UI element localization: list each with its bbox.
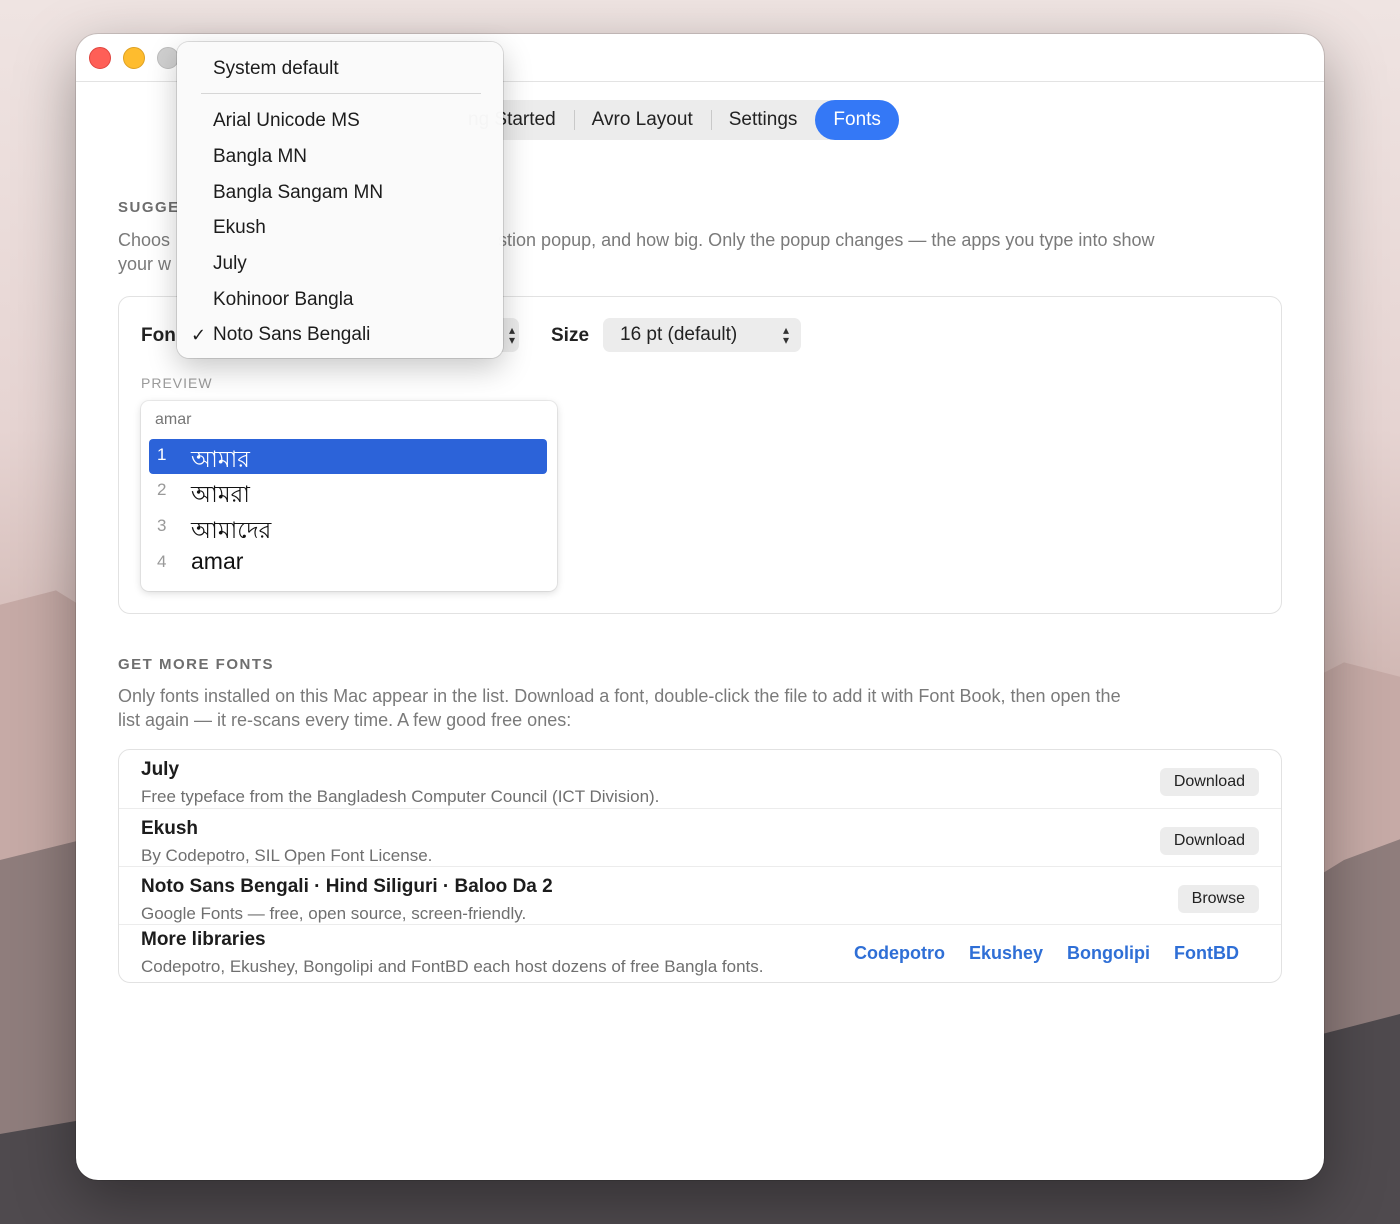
- menu-item-ekush[interactable]: Ekush: [213, 217, 266, 239]
- browse-google-fonts-button[interactable]: Browse: [1177, 885, 1259, 913]
- candidate-row: 1 আমার: [149, 439, 547, 474]
- menu-item-arial-unicode-ms[interactable]: Arial Unicode MS: [213, 110, 360, 132]
- font-dropdown-menu: System default Arial Unicode MS Bangla M…: [177, 42, 503, 358]
- more-fonts-description-line1: Only fonts installed on this Mac appear …: [118, 686, 1121, 706]
- link-codepotro[interactable]: Codepotro: [854, 943, 945, 964]
- font-source-title: Ekush: [141, 818, 199, 839]
- link-ekushey[interactable]: Ekushey: [969, 943, 1043, 964]
- font-source-row-libraries: More libraries Codepotro, Ekushey, Bongo…: [119, 924, 1281, 982]
- menu-item-noto-sans-bengali[interactable]: Noto Sans Bengali: [213, 324, 370, 346]
- candidate-number: 3: [157, 516, 167, 535]
- candidate-row: 2 আমরা: [149, 474, 547, 509]
- tab-settings[interactable]: Settings: [710, 100, 816, 140]
- download-ekush-button[interactable]: Download: [1159, 827, 1259, 855]
- zoom-button[interactable]: [157, 47, 179, 69]
- minimize-button[interactable]: [123, 47, 145, 69]
- font-source-desc: By Codepotro, SIL Open Font License.: [141, 846, 433, 865]
- font-source-title: July: [141, 759, 180, 780]
- suggestion-description-line1: Choos: [118, 230, 171, 250]
- candidate-number: 4: [157, 552, 167, 571]
- menu-item-kohinoor-bangla[interactable]: Kohinoor Bangla: [213, 289, 354, 311]
- font-source-desc: Google Fonts — free, open source, screen…: [141, 904, 527, 923]
- link-bongolipi[interactable]: Bongolipi: [1067, 943, 1150, 964]
- candidate-word: amar: [191, 548, 244, 574]
- menu-item-system-default[interactable]: System default: [213, 58, 339, 80]
- size-popup-value: 16 pt (default): [620, 324, 738, 345]
- checkmark-icon: ✓: [191, 325, 207, 345]
- tab-avro-layout[interactable]: Avro Layout: [573, 100, 711, 140]
- menu-separator: [201, 93, 481, 94]
- menu-item-july[interactable]: July: [213, 253, 247, 275]
- library-links: Codepotro Ekushey Bongolipi FontBD: [830, 943, 1239, 964]
- download-july-button[interactable]: Download: [1159, 768, 1259, 796]
- preview-input-text: amar: [155, 411, 192, 428]
- link-fontbd[interactable]: FontBD: [1174, 943, 1239, 964]
- font-source-row-july: July Free typeface from the Bangladesh C…: [119, 750, 1281, 808]
- font-source-title: More libraries: [141, 929, 266, 950]
- candidate-row: 3 আমাদের: [149, 510, 547, 545]
- menu-item-bangla-mn[interactable]: Bangla MN: [213, 146, 307, 168]
- suggestion-preview: amar 1 আমার 2 আমরা 3 আমাদের 4 amar: [141, 401, 557, 591]
- font-source-row-google: Noto Sans Bengali · Hind Siliguri · Balo…: [119, 866, 1281, 924]
- preview-label: PREVIEW: [141, 375, 213, 391]
- candidate-row: 4 amar: [149, 546, 547, 581]
- font-source-row-ekush: Ekush By Codepotro, SIL Open Font Licens…: [119, 808, 1281, 866]
- size-popup-button[interactable]: 16 pt (default) ▴ ▾: [603, 318, 801, 352]
- size-label: Size: [551, 325, 590, 346]
- more-fonts-description-line2: list again — it re-scans every time. A f…: [118, 710, 572, 730]
- close-button[interactable]: [89, 47, 111, 69]
- font-source-title: Noto Sans Bengali · Hind Siliguri · Balo…: [141, 876, 553, 897]
- tab-fonts[interactable]: Fonts: [815, 100, 899, 140]
- menu-item-bangla-sangam-mn[interactable]: Bangla Sangam MN: [213, 182, 383, 204]
- font-sources-card: July Free typeface from the Bangladesh C…: [118, 749, 1282, 983]
- more-fonts-description: Only fonts installed on this Mac appear …: [118, 684, 1268, 732]
- font-source-desc: Codepotro, Ekushey, Bongolipi and FontBD…: [141, 957, 764, 976]
- tab-bar: ng Started Avro Layout Settings Fonts: [450, 100, 899, 140]
- font-label: Fon: [141, 325, 176, 346]
- suggestion-description-line1-right: stion popup, and how big. Only the popup…: [498, 230, 1155, 250]
- chevron-updown-icon: ▴ ▾: [782, 323, 789, 347]
- more-fonts-heading: GET MORE FONTS: [118, 656, 274, 673]
- chevron-updown-icon: ▴ ▾: [508, 323, 515, 347]
- font-source-desc: Free typeface from the Bangladesh Comput…: [141, 787, 660, 806]
- candidate-number: 2: [157, 480, 167, 499]
- suggestion-section-heading: SUGGE: [118, 199, 180, 216]
- suggestion-description-line2: your w: [118, 254, 172, 274]
- candidate-number: 1: [157, 445, 167, 464]
